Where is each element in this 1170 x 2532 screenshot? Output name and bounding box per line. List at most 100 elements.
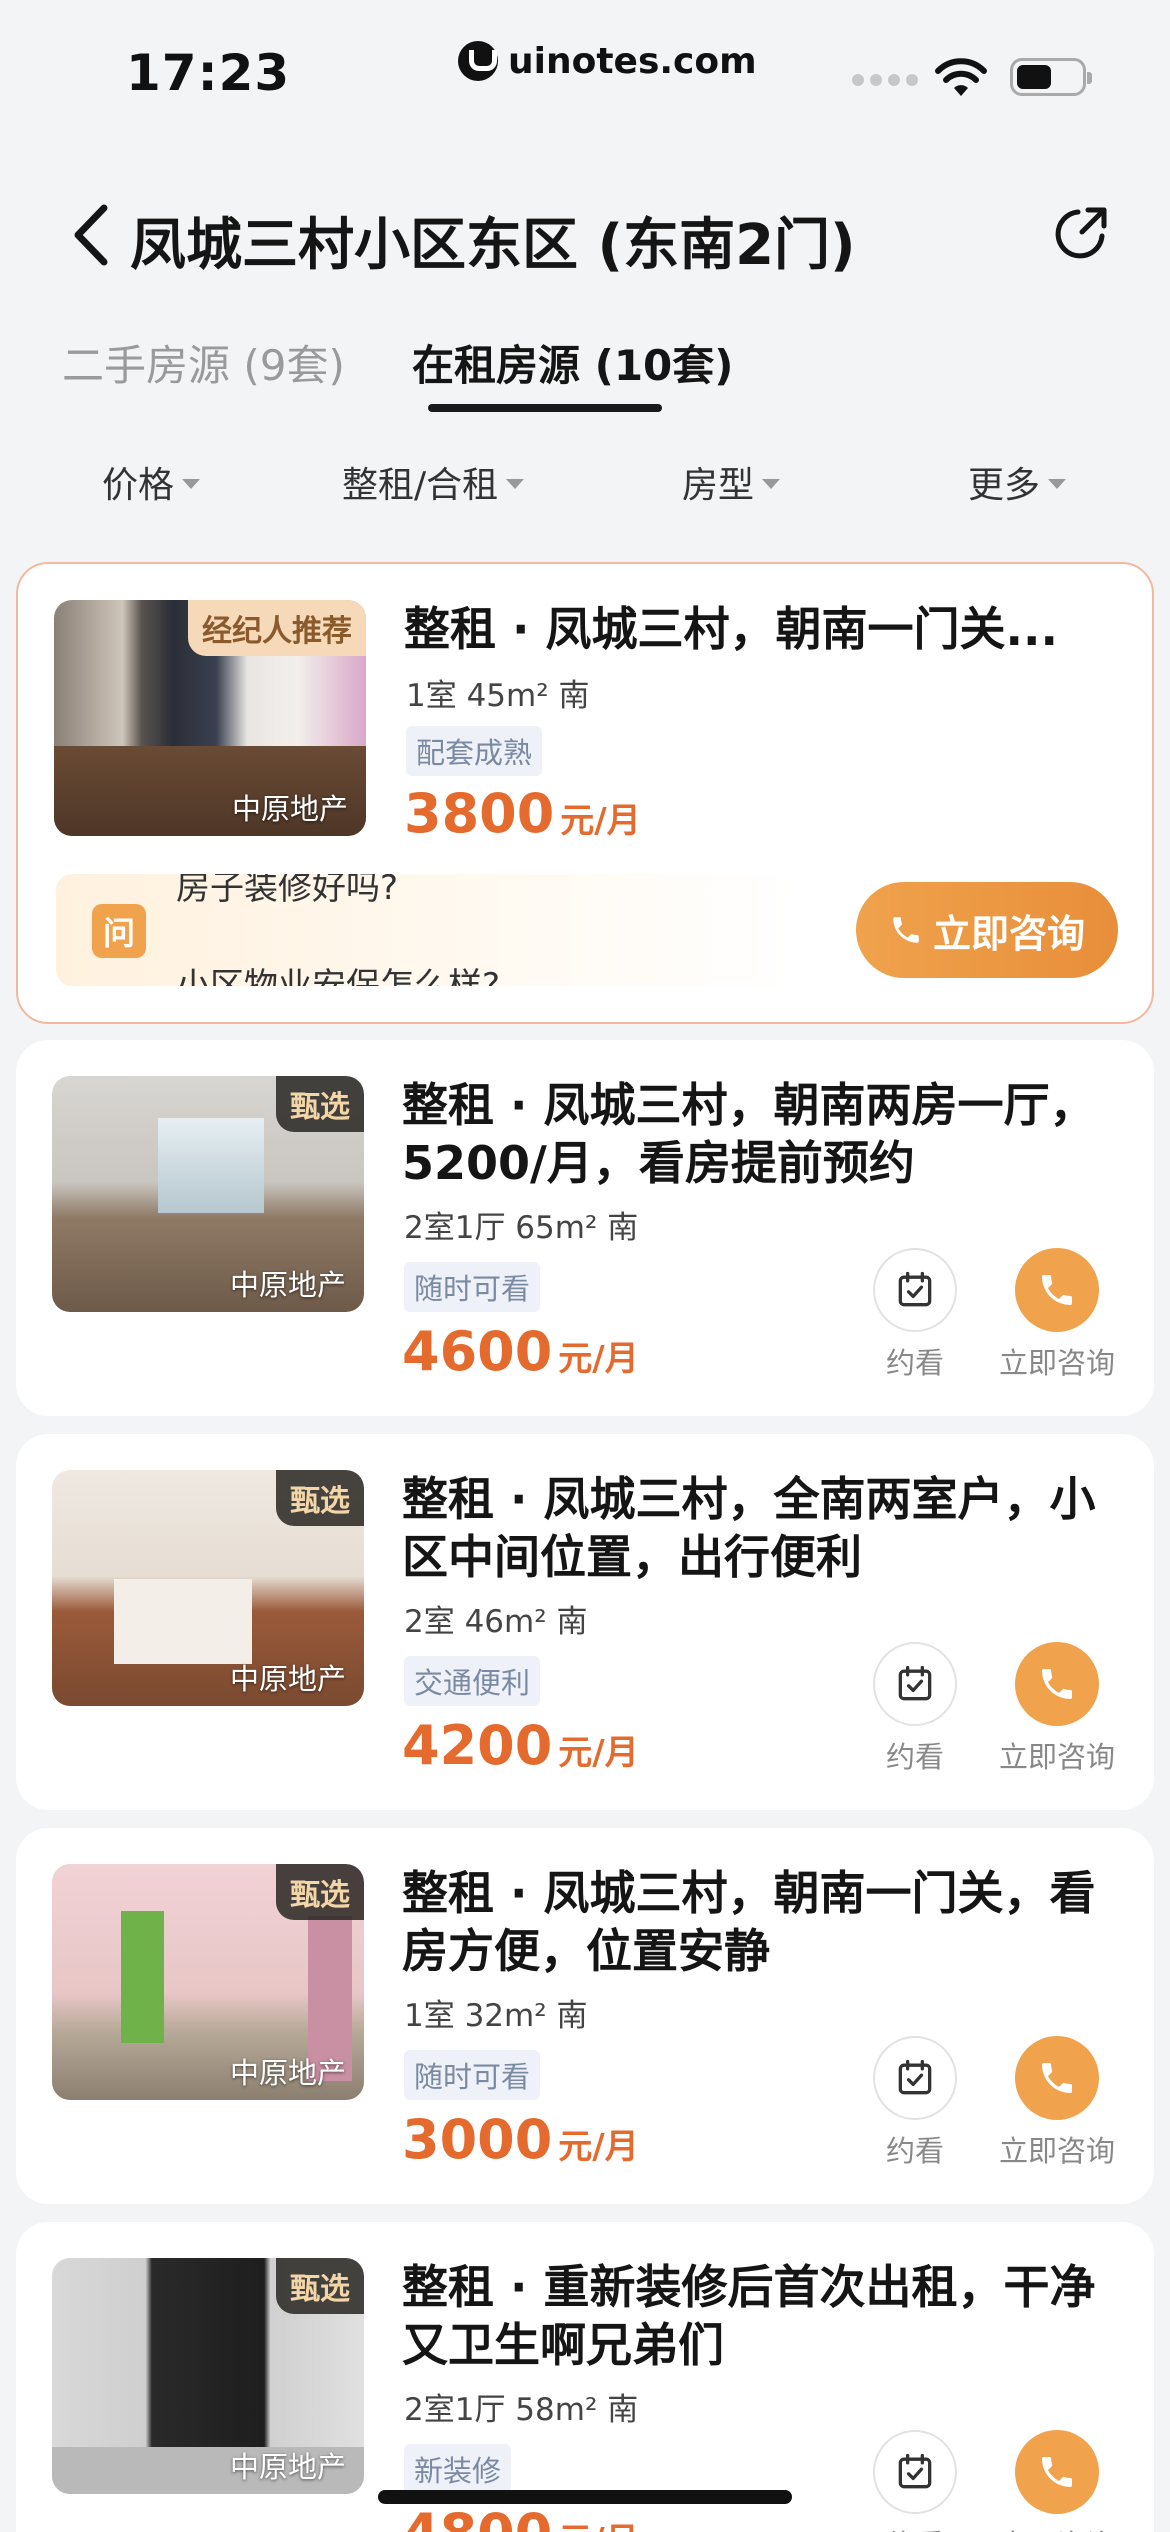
consult-now-label: 立即咨询 [998,2134,1115,2168]
schedule-viewing-label: 约看 [885,2134,944,2168]
price-value: 3800 [404,782,555,845]
wifi-icon [935,58,987,96]
listing-meta: 1室 45m² 南 [406,678,590,714]
price-unit: 元/月 [558,2521,638,2532]
status-time: 17:23 [126,44,291,102]
featured-pick-badge: 甄选 [276,1864,364,1920]
status-bar: 17:23 uinotes.com [0,0,1170,140]
caret-down-icon [506,479,525,489]
listing-meta: 2室1厅 65m² 南 [404,1210,639,1246]
price-unit: 元/月 [560,801,641,841]
schedule-viewing-button[interactable]: 约看 [860,2036,970,2170]
listing-title[interactable]: 整租 · 凤城三村，全南两室户，小区中间位置，出行便利 [402,1470,1122,1586]
calendar-check-icon [873,1248,957,1332]
listing-price: 3000 元/月 [402,2108,639,2171]
price-value: 4200 [402,1714,553,1777]
schedule-viewing-label: 约看 [860,2522,970,2532]
listing-photo[interactable]: 甄选 中原地产 [52,1864,364,2100]
filter-bar: 价格 整租/合租 房型 更多 [0,452,1170,512]
schedule-viewing-button[interactable]: 约看 [860,1248,970,1382]
back-arrow-icon[interactable] [66,202,116,268]
price-unit: 元/月 [558,1733,639,1773]
consult-now-label: 立即咨询 [992,2522,1122,2532]
listing-meta: 1室 32m² 南 [404,1998,588,2034]
share-icon[interactable] [1048,202,1112,266]
listing-card[interactable]: 甄选 中原地产 整租 · 凤城三村，朝南一门关，看房方便，位置安静 1室 32m… [16,1828,1154,2204]
listing-title[interactable]: 整租 · 凤城三村，朝南一门关，看房方便，位置安静 [402,1864,1122,1980]
featured-listing-card[interactable]: 经纪人推荐 中原地产 整租 · 凤城三村，朝南一门关... 1室 45m² 南 … [16,562,1154,1024]
listing-meta: 2室1厅 58m² 南 [404,2392,639,2428]
page-title: 凤城三村小区东区 (东南2门) [130,213,856,278]
consult-now-label: 立即咨询 [998,1346,1115,1380]
battery-icon [1010,58,1092,96]
listing-card[interactable]: 甄选 中原地产 整租 · 凤城三村，朝南两房一厅，5200/月，看房提前预约 2… [16,1040,1154,1416]
schedule-viewing-button[interactable]: 约看 [860,1642,970,1776]
cellular-signal-icon [852,74,918,86]
consult-now-button[interactable]: 立即咨询 [992,2036,1122,2170]
listing-tag: 随时可看 [404,1262,541,1312]
listing-title[interactable]: 整租 · 重新装修后首次出租，干净又卫生啊兄弟们 [402,2258,1122,2374]
listing-photo[interactable]: 甄选 中原地产 [52,2258,364,2494]
filter-more[interactable]: 更多 [968,456,1067,508]
caret-down-icon [182,479,201,489]
schedule-viewing-label: 约看 [885,1740,944,1774]
featured-pick-badge: 甄选 [276,2258,364,2314]
price-unit: 元/月 [558,1339,639,1379]
price-value: 4600 [402,1320,553,1383]
url-pill[interactable]: uinotes.com [438,22,777,100]
phone-icon [893,917,919,943]
filter-label: 更多 [968,465,1041,506]
consult-now-button[interactable]: 立即咨询 [992,1248,1122,1382]
price-unit: 元/月 [558,2127,639,2167]
consult-now-button[interactable]: 立即咨询 [856,882,1118,978]
phone-icon [1015,2430,1099,2514]
question-item[interactable]: 小区物业安保怎么样? [176,958,500,986]
featured-pick-badge: 甄选 [276,1076,364,1132]
calendar-check-icon [873,2430,957,2514]
featured-pick-badge: 甄选 [276,1470,364,1526]
filter-rent-type[interactable]: 整租/合租 [342,456,525,508]
listing-title[interactable]: 整租 · 凤城三村，朝南一门关... [404,600,1124,658]
filter-label: 价格 [102,465,175,506]
listing-card[interactable]: 甄选 中原地产 整租 · 重新装修后首次出租，干净又卫生啊兄弟们 2室1厅 58… [16,2222,1154,2532]
listing-tag: 交通便利 [404,1656,541,1706]
listing-meta: 2室 46m² 南 [404,1604,588,1640]
agency-label: 中原地产 [231,792,348,826]
consult-now-label: 立即咨询 [998,1740,1115,1774]
agent-recommend-badge: 经纪人推荐 [188,600,366,656]
tab-used-homes[interactable]: 二手房源 (9套) [62,332,345,393]
filter-label: 房型 [682,465,755,506]
agency-label: 中原地产 [229,1268,346,1302]
question-carousel[interactable]: 问 房子装修好吗? 小区物业安保怎么样? [56,874,796,986]
calendar-check-icon [873,2036,957,2120]
agency-label: 中原地产 [229,2450,346,2484]
filter-label: 整租/合租 [342,465,499,506]
schedule-viewing-label: 约看 [885,1346,944,1380]
phone-icon [1015,1642,1099,1726]
consult-now-button[interactable]: 立即咨询 [992,2430,1122,2532]
listing-photo[interactable]: 甄选 中原地产 [52,1470,364,1706]
calendar-check-icon [873,1642,957,1726]
listing-tag: 随时可看 [404,2050,541,2100]
filter-price[interactable]: 价格 [102,456,201,508]
phone-icon [1015,1248,1099,1332]
listing-photo[interactable]: 甄选 中原地产 [52,1076,364,1312]
listing-price: 4800 元/月 [402,2502,639,2532]
listing-tag: 配套成熟 [406,726,543,776]
home-indicator[interactable] [378,2490,792,2504]
schedule-viewing-button[interactable]: 约看 [860,2430,970,2532]
filter-layout[interactable]: 房型 [682,456,781,508]
question-item[interactable]: 房子装修好吗? [176,874,398,909]
question-icon: 问 [92,904,146,958]
page-header: 凤城三村小区东区 (东南2门) [0,180,1170,290]
listing-photo[interactable]: 经纪人推荐 中原地产 [54,600,366,836]
tab-rentals[interactable]: 在租房源 (10套) [412,332,733,393]
active-tab-indicator [428,404,662,412]
listing-title[interactable]: 整租 · 凤城三村，朝南两房一厅，5200/月，看房提前预约 [402,1076,1122,1192]
listing-card[interactable]: 甄选 中原地产 整租 · 凤城三村，全南两室户，小区中间位置，出行便利 2室 4… [16,1434,1154,1810]
caret-down-icon [1048,479,1067,489]
agency-label: 中原地产 [229,2056,346,2090]
listing-price: 3800 元/月 [404,782,641,845]
price-value: 3000 [402,2108,553,2171]
consult-now-button[interactable]: 立即咨询 [992,1642,1122,1776]
